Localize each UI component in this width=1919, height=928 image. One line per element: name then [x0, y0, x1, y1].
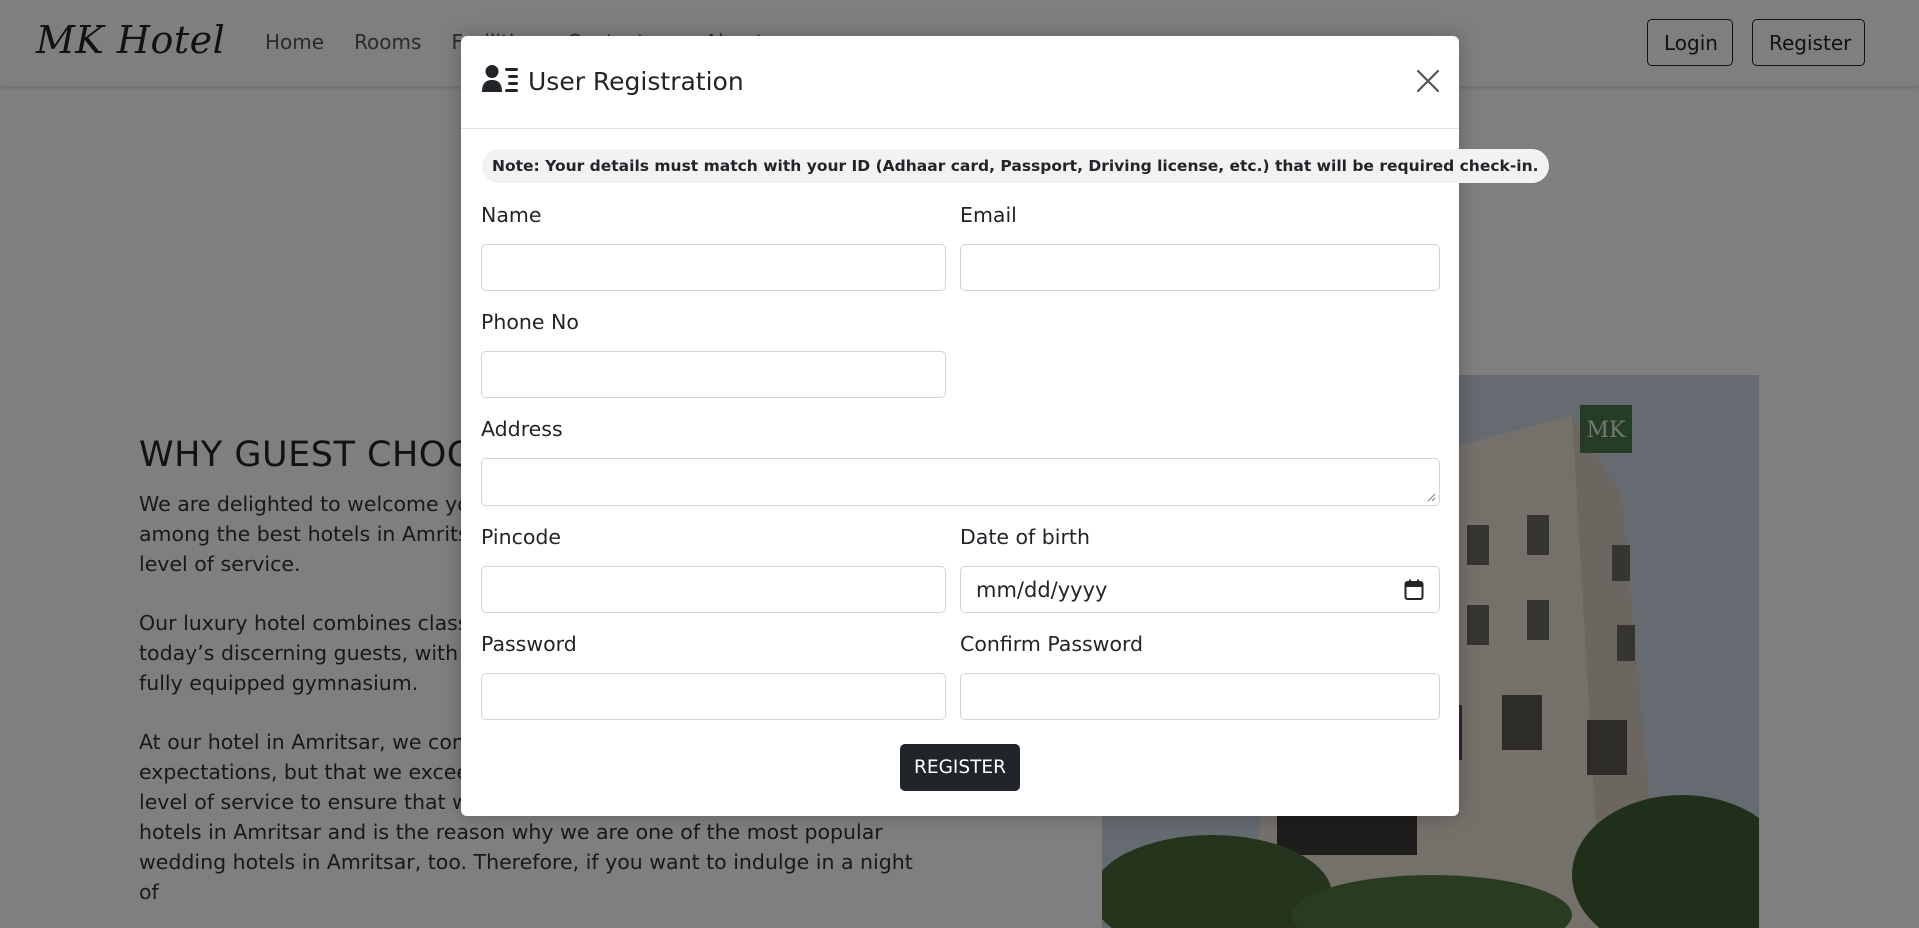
address-textarea[interactable] [481, 458, 1440, 506]
password-input[interactable] [481, 673, 946, 720]
id-note-badge: Note: Your details must match with your … [482, 149, 1549, 183]
email-label: Email [960, 203, 1017, 227]
confirm-password-label: Confirm Password [960, 632, 1144, 656]
modal-header: User Registration [461, 36, 1459, 129]
close-icon[interactable] [1413, 66, 1443, 96]
name-input[interactable] [481, 244, 946, 291]
confirm-password-input[interactable] [960, 673, 1440, 720]
pincode-input[interactable] [481, 566, 946, 613]
name-label: Name [481, 203, 542, 227]
user-list-icon [482, 64, 518, 98]
address-label: Address [481, 417, 563, 441]
modal-title: User Registration [482, 64, 744, 98]
registration-modal: User Registration Note: Your details mus… [461, 36, 1549, 816]
dob-input[interactable]: mm/dd/yyyy [960, 566, 1440, 613]
password-label: Password [481, 632, 577, 656]
submit-register-button[interactable]: REGISTER [900, 744, 1020, 791]
dob-placeholder: mm/dd/yyyy [976, 578, 1108, 602]
calendar-icon[interactable] [1404, 579, 1424, 606]
resize-grip-icon[interactable] [1426, 492, 1436, 502]
phone-label: Phone No [481, 310, 579, 334]
pincode-label: Pincode [481, 525, 562, 549]
email-input[interactable] [960, 244, 1440, 291]
dob-label: Date of birth [960, 525, 1090, 549]
modal-title-text: User Registration [528, 66, 744, 96]
phone-input[interactable] [481, 351, 946, 398]
